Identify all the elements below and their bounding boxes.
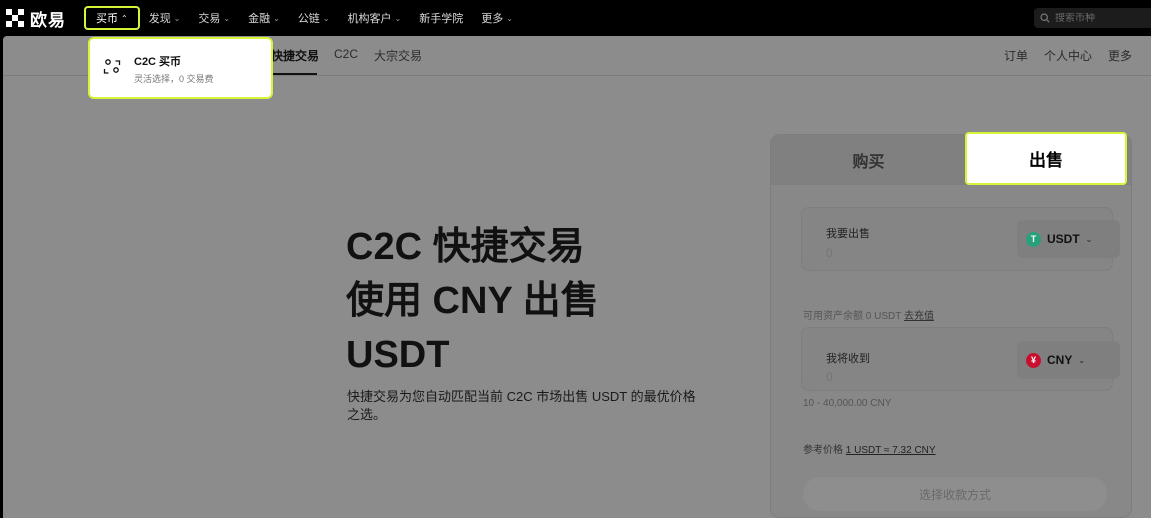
nav-item-buy-crypto[interactable]: 买币 ⌃ bbox=[84, 6, 140, 30]
subnav-profile-link[interactable]: 个人中心 bbox=[1044, 47, 1092, 64]
subnav-orders-link[interactable]: 订单 bbox=[1004, 47, 1028, 64]
nav-item-academy[interactable]: 新手学院 bbox=[410, 6, 472, 30]
deposit-link[interactable]: 去充值 bbox=[904, 311, 934, 322]
nav-item-label: 公链 bbox=[297, 13, 320, 25]
nav-item-label: 发现 bbox=[148, 13, 171, 25]
hero-line-2: 使用 CNY 出售 bbox=[346, 280, 599, 322]
cny-currency-icon: ¥ bbox=[1026, 352, 1041, 368]
hero-description: 快捷交易为您自动匹配当前 C2C 市场出售 USDT 的最优价格之选。 bbox=[347, 389, 696, 422]
c2c-exchange-icon bbox=[103, 59, 121, 74]
subtab-c2c[interactable]: C2C bbox=[334, 47, 358, 61]
tab-buy[interactable]: 购买 bbox=[771, 135, 966, 185]
chevron-down-icon: ⌄ bbox=[273, 13, 280, 23]
nav-item-discover[interactable]: 发现 ⌄ bbox=[140, 6, 190, 30]
hero-line-1: C2C 快捷交易 bbox=[346, 226, 585, 268]
receive-field-label: 我将收到 bbox=[826, 353, 870, 365]
hero-title: C2C 快捷交易 使用 CNY 出售 USDT bbox=[346, 220, 599, 382]
reference-rate-value[interactable]: 1 USDT ≈ 7.32 CNY bbox=[846, 445, 936, 456]
nav-item-label: 更多 bbox=[481, 13, 504, 25]
trade-card-body: 我要出售 T USDT ⌄ 可用资产余额 0 USDT 去充值 我将收到 ¥ C… bbox=[781, 185, 1131, 517]
active-tab-indicator bbox=[271, 73, 317, 75]
balance-text: 可用资产余额 0 USDT bbox=[803, 311, 902, 322]
reference-rate-label: 参考价格 bbox=[803, 445, 843, 456]
receive-amount-input[interactable] bbox=[826, 368, 976, 386]
sell-coin-label: USDT bbox=[1047, 232, 1080, 246]
brand-logo[interactable]: 欧易 bbox=[6, 7, 66, 30]
nav-item-trade[interactable]: 交易 ⌄ bbox=[189, 6, 239, 30]
okx-logo-icon bbox=[6, 9, 24, 27]
search-input[interactable] bbox=[1055, 12, 1145, 24]
chevron-down-icon: ⌄ bbox=[506, 13, 513, 23]
nav-item-label: 买币 bbox=[96, 13, 118, 25]
chevron-down-icon: ⌄ bbox=[394, 13, 402, 23]
subtab-block-trade[interactable]: 大宗交易 bbox=[374, 47, 422, 64]
nav-item-label: 金融 bbox=[248, 13, 271, 25]
top-navbar: 欧易 买币 ⌃ 发现 ⌄ 交易 ⌄ 金融 ⌄ 公链 ⌄ 机构客户 ⌄ 新手学院 bbox=[0, 0, 1151, 36]
nav-item-finance[interactable]: 金融 ⌄ bbox=[239, 6, 289, 30]
chevron-down-icon: ⌄ bbox=[173, 13, 181, 23]
subnav-more-link[interactable]: 更多 bbox=[1108, 47, 1132, 64]
sell-amount-field[interactable]: 我要出售 T USDT ⌄ bbox=[801, 207, 1120, 271]
balance-hint: 可用资产余额 0 USDT 去充值 bbox=[803, 307, 934, 322]
limit-hint: 10 - 40,000.00 CNY bbox=[803, 398, 892, 409]
hero-line-3: USDT bbox=[346, 334, 450, 376]
c2c-menu-item[interactable]: C2C 买币 灵活选择，0 交易费 bbox=[134, 53, 214, 85]
c2c-menu-title: C2C 买币 bbox=[134, 56, 182, 68]
brand-name: 欧易 bbox=[30, 10, 66, 30]
chevron-up-icon: ⌃ bbox=[121, 13, 128, 23]
select-payment-method-button[interactable]: 选择收款方式 bbox=[803, 477, 1107, 511]
search-icon bbox=[1040, 13, 1050, 23]
page-content-overlay: 快捷交易 C2C 大宗交易 订单 个人中心 更多 C2C 快捷交易 使用 CNY… bbox=[3, 36, 1151, 518]
chevron-down-icon: ⌄ bbox=[1085, 234, 1093, 244]
chevron-down-icon: ⌄ bbox=[223, 13, 231, 23]
nav-item-label: 新手学院 bbox=[419, 13, 464, 25]
reference-rate: 参考价格 1 USDT ≈ 7.32 CNY bbox=[803, 441, 936, 456]
main-nav: 买币 ⌃ 发现 ⌄ 交易 ⌄ 金融 ⌄ 公链 ⌄ 机构客户 ⌄ 新手学院 更多 … bbox=[84, 6, 522, 30]
usdt-coin-icon: T bbox=[1026, 231, 1041, 247]
nav-search[interactable] bbox=[1034, 8, 1151, 28]
nav-item-label: 机构客户 bbox=[347, 13, 392, 25]
sell-coin-select[interactable]: T USDT ⌄ bbox=[1017, 220, 1120, 258]
sell-amount-input[interactable] bbox=[826, 244, 976, 262]
buy-crypto-dropdown: C2C 买币 灵活选择，0 交易费 bbox=[88, 37, 273, 99]
nav-item-label: 交易 bbox=[198, 13, 221, 25]
trade-card: 购买 我要出售 T USDT ⌄ 可用资产余额 0 USDT 去充值 我将收到 bbox=[770, 134, 1132, 518]
receive-coin-label: CNY bbox=[1047, 353, 1073, 367]
nav-item-institutional[interactable]: 机构客户 ⌄ bbox=[339, 6, 411, 30]
chevron-down-icon: ⌄ bbox=[322, 13, 330, 23]
receive-amount-field[interactable]: 我将收到 ¥ CNY ⌄ bbox=[801, 327, 1120, 391]
receive-currency-select[interactable]: ¥ CNY ⌄ bbox=[1017, 341, 1120, 379]
nav-item-chain[interactable]: 公链 ⌄ bbox=[289, 6, 339, 30]
nav-item-more[interactable]: 更多 ⌄ bbox=[472, 6, 522, 30]
chevron-down-icon: ⌄ bbox=[1078, 355, 1086, 365]
tab-sell[interactable]: 出售 bbox=[965, 132, 1127, 185]
c2c-menu-subtitle: 灵活选择，0 交易费 bbox=[134, 74, 214, 84]
sell-field-label: 我要出售 bbox=[826, 228, 870, 240]
subtab-quick-trade[interactable]: 快捷交易 bbox=[271, 47, 319, 64]
